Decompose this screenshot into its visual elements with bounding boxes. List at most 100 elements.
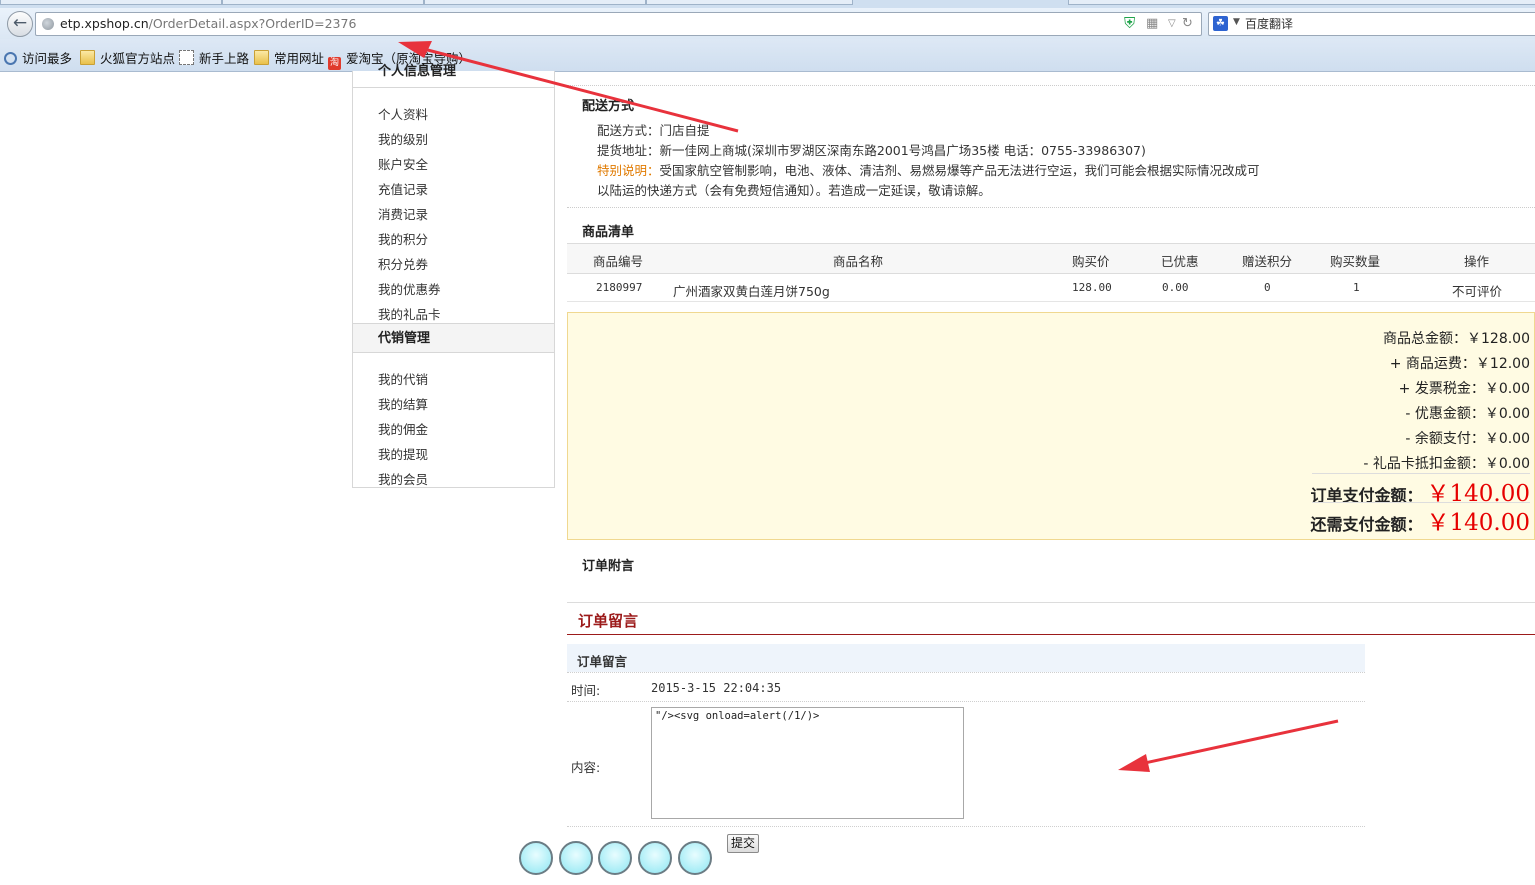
sidebar: 个人信息管理 个人资料 我的级别 账户安全 充值记录 消费记录 我的积分 积分兑… bbox=[352, 65, 555, 488]
col-price: 购买价 bbox=[1072, 254, 1110, 269]
pickup-address: 提货地址：新一佳网上商城(深圳市罗湖区深南东路2001号鸿昌广场35楼 电话：0… bbox=[597, 143, 1146, 158]
shield-icon[interactable]: ⛨ bbox=[1124, 14, 1135, 32]
url-text[interactable]: etp.xpshop.cn/OrderDetail.aspx?OrderID=2… bbox=[60, 16, 356, 31]
order-note-title: 订单附言 bbox=[582, 559, 635, 574]
goods-list-title: 商品清单 bbox=[582, 225, 635, 240]
bookmarks-toolbar: 访问最多 火狐官方站点 新手上路 常用网址 淘爱淘宝（原淘宝导购） bbox=[0, 39, 1535, 72]
sidebar-item-recharge[interactable]: 充值记录 bbox=[378, 179, 428, 198]
goods-price: 128.00 bbox=[1072, 281, 1112, 294]
col-points: 赠送积分 bbox=[1242, 254, 1293, 269]
qr-code-icon[interactable]: ▦ bbox=[1146, 16, 1158, 31]
goods-total: 商品总金额：￥128.00 bbox=[1383, 331, 1530, 347]
search-bar[interactable]: ☘ ▼ bbox=[1208, 12, 1535, 36]
sidebar-item-giftcards[interactable]: 我的礼品卡 bbox=[378, 304, 441, 323]
sidebar-group-personal: 个人信息管理 bbox=[353, 65, 554, 88]
message-section-header: 订单留言 bbox=[567, 602, 1535, 635]
sidebar-item-agency[interactable]: 我的代销 bbox=[378, 369, 428, 388]
page-icon bbox=[179, 50, 194, 65]
url-host: etp.xpshop.cn bbox=[60, 16, 149, 31]
circle-decoration bbox=[638, 841, 672, 875]
back-button[interactable]: ← bbox=[7, 11, 33, 37]
special-note-continued: 以陆运的快递方式（会有免费短信通知）。若造成一定延误，敬请谅解。 bbox=[597, 183, 991, 198]
site-identity-icon[interactable] bbox=[42, 18, 54, 30]
goods-table-header: 商品编号 商品名称 购买价 已优惠 赠送积分 购买数量 操作 bbox=[567, 243, 1535, 274]
sidebar-item-coupons[interactable]: 我的优惠券 bbox=[378, 279, 441, 298]
bookmark-most-visited[interactable]: 访问最多 bbox=[4, 48, 72, 67]
back-arrow-icon: ← bbox=[12, 13, 28, 33]
tab[interactable] bbox=[424, 0, 646, 5]
divider bbox=[567, 672, 1365, 673]
order-detail-main: 配送方式 配送方式：门店自提 提货地址：新一佳网上商城(深圳市罗湖区深南东路20… bbox=[567, 71, 1535, 885]
bookmark-firefox-site[interactable]: 火狐官方站点 bbox=[80, 48, 175, 67]
tab[interactable] bbox=[0, 0, 222, 5]
search-icon bbox=[4, 52, 17, 65]
url-path: /OrderDetail.aspx?OrderID=2376 bbox=[148, 16, 357, 31]
content-label: 内容: bbox=[571, 760, 601, 775]
chevron-down-icon[interactable]: ▼ bbox=[1233, 17, 1240, 27]
sidebar-item-points[interactable]: 我的积分 bbox=[378, 229, 428, 248]
circle-decoration bbox=[559, 841, 593, 875]
folder-icon bbox=[254, 50, 269, 65]
sidebar-item-points-exchange[interactable]: 积分兑券 bbox=[378, 254, 428, 273]
col-name: 商品名称 bbox=[833, 254, 884, 269]
col-qty: 购买数量 bbox=[1330, 254, 1381, 269]
giftcard-deduction: - 礼品卡抵扣金额：￥0.00 bbox=[1363, 456, 1530, 472]
paw-icon[interactable]: ☘ bbox=[1213, 16, 1228, 31]
taobao-icon: 淘 bbox=[328, 57, 341, 70]
discount-amount: - 优惠金额：￥0.00 bbox=[1405, 406, 1530, 422]
circle-decoration bbox=[519, 841, 553, 875]
submit-button[interactable]: 提交 bbox=[727, 834, 759, 853]
divider bbox=[567, 85, 1535, 86]
goods-points: 0 bbox=[1264, 281, 1271, 294]
message-content-textarea[interactable]: "/><svg onload=alert(/1/)> bbox=[651, 707, 964, 819]
table-row: 2180997 广州酒家双黄白莲月饼750g 128.00 0.00 0 1 不… bbox=[567, 272, 1535, 302]
delivery-method: 配送方式：门店自提 bbox=[597, 123, 710, 138]
tab[interactable] bbox=[646, 0, 853, 5]
order-summary: 商品总金额：￥128.00 + 商品运费：￥12.00 + 发票税金：￥0.00… bbox=[567, 312, 1535, 540]
bookmark-label: 新手上路 bbox=[199, 51, 250, 66]
still-pay-amount: 还需支付金额： ￥140.00 bbox=[1311, 503, 1531, 537]
goods-qty: 1 bbox=[1353, 281, 1360, 294]
search-input[interactable] bbox=[1245, 14, 1525, 32]
special-note-text: 受国家航空管制影响，电池、液体、清洁剂、易燃易爆等产品无法进行空运，我们可能会根… bbox=[659, 163, 1260, 178]
col-code: 商品编号 bbox=[593, 254, 644, 269]
bookmark-label: 常用网址 bbox=[274, 51, 325, 66]
tab[interactable] bbox=[222, 0, 424, 5]
time-label: 时间: bbox=[571, 683, 601, 698]
bookmark-label: 访问最多 bbox=[22, 51, 73, 66]
time-value: 2015-3-15 22:04:35 bbox=[651, 681, 782, 695]
goods-code: 2180997 bbox=[596, 281, 643, 294]
shipping-fee: + 商品运费：￥12.00 bbox=[1389, 356, 1530, 372]
col-action: 操作 bbox=[1464, 254, 1490, 269]
goods-discount: 0.00 bbox=[1162, 281, 1189, 294]
sidebar-item-members[interactable]: 我的会员 bbox=[378, 469, 428, 488]
balance-payment: - 余额支付：￥0.00 bbox=[1405, 431, 1530, 447]
sidebar-item-consumption[interactable]: 消费记录 bbox=[378, 204, 428, 223]
address-bar[interactable]: etp.xpshop.cn/OrderDetail.aspx?OrderID=2… bbox=[35, 12, 1202, 36]
sidebar-item-settlement[interactable]: 我的结算 bbox=[378, 394, 428, 413]
circle-decoration bbox=[678, 841, 712, 875]
divider bbox=[567, 701, 1365, 702]
sidebar-item-commission[interactable]: 我的佣金 bbox=[378, 419, 428, 438]
col-discount: 已优惠 bbox=[1161, 254, 1199, 269]
sidebar-item-withdraw[interactable]: 我的提现 bbox=[378, 444, 428, 463]
sidebar-item-profile[interactable]: 个人资料 bbox=[378, 104, 428, 123]
delivery-title: 配送方式 bbox=[582, 99, 635, 114]
divider bbox=[567, 207, 1535, 208]
folder-icon bbox=[80, 50, 95, 65]
tab-strip bbox=[0, 0, 1535, 8]
dropdown-icon[interactable]: ▽ bbox=[1168, 18, 1176, 29]
bookmark-getting-started[interactable]: 新手上路 bbox=[179, 48, 249, 67]
reload-icon[interactable]: ↻ bbox=[1182, 16, 1193, 31]
goods-name-link[interactable]: 广州酒家双黄白莲月饼750g bbox=[673, 281, 830, 300]
bookmark-label: 火狐官方站点 bbox=[100, 51, 176, 66]
sidebar-item-security[interactable]: 账户安全 bbox=[378, 154, 428, 173]
still-pay-label: 还需支付金额： bbox=[1310, 515, 1423, 534]
sidebar-group-agency: 代销管理 bbox=[353, 323, 554, 353]
special-note: 特别说明：受国家航空管制影响，电池、液体、清洁剂、易燃易爆等产品无法进行空运，我… bbox=[597, 160, 1260, 179]
circle-decoration bbox=[598, 841, 632, 875]
sidebar-item-level[interactable]: 我的级别 bbox=[378, 129, 428, 148]
bookmark-common-sites[interactable]: 常用网址 bbox=[254, 48, 324, 67]
goods-action: 不可评价 bbox=[1452, 284, 1503, 299]
tab[interactable] bbox=[1068, 0, 1535, 5]
